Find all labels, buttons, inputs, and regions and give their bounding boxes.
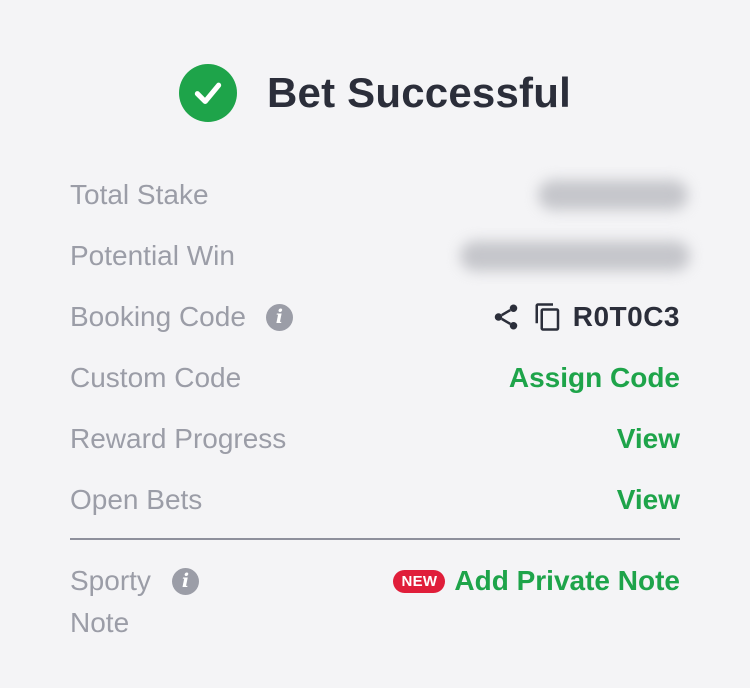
booking-code-label-text: Booking Code [70, 301, 246, 332]
open-bets-label: Open Bets [70, 484, 203, 515]
reward-progress-view-button[interactable]: View [617, 423, 680, 455]
share-icon[interactable] [491, 302, 521, 332]
booking-code-label: Booking Code i [70, 301, 293, 333]
total-stake-label: Total Stake [70, 179, 209, 210]
sporty-note-row: Sporty Note i NEW Add Private Note [70, 560, 680, 650]
total-stake-row: Total Stake [70, 175, 688, 215]
sporty-note-label: Sporty Note i [70, 560, 270, 644]
booking-code-text: R0T0C3 [572, 301, 680, 332]
add-private-note-area: NEW Add Private Note [393, 560, 680, 602]
potential-win-value-redacted [460, 241, 690, 271]
reward-progress-label: Reward Progress [70, 423, 287, 454]
sporty-note-label-line1: Sporty [70, 565, 151, 596]
custom-code-row: Custom Code Assign Code [70, 358, 680, 398]
page-title: Bet Successful [267, 69, 571, 116]
copy-icon[interactable] [533, 301, 563, 333]
add-private-note-button[interactable]: Add Private Note [454, 565, 680, 597]
divider [70, 538, 680, 540]
info-icon[interactable]: i [265, 303, 293, 331]
booking-code-row: Booking Code i R0T0C3 [70, 297, 680, 337]
bet-success-header: Bet Successful [0, 58, 750, 128]
open-bets-view-button[interactable]: View [617, 484, 680, 516]
check-circle-icon [179, 64, 238, 122]
sporty-note-label-line2: Note [70, 607, 130, 638]
reward-progress-row: Reward Progress View [70, 419, 680, 459]
total-stake-value-redacted [538, 180, 688, 210]
new-badge: NEW [393, 569, 446, 593]
booking-code-value: R0T0C3 [491, 301, 680, 333]
potential-win-row: Potential Win [70, 236, 690, 276]
potential-win-label: Potential Win [70, 240, 235, 271]
info-icon[interactable]: i [172, 568, 199, 595]
assign-code-button[interactable]: Assign Code [509, 362, 680, 394]
open-bets-row: Open Bets View [70, 480, 680, 520]
custom-code-label: Custom Code [70, 362, 242, 393]
